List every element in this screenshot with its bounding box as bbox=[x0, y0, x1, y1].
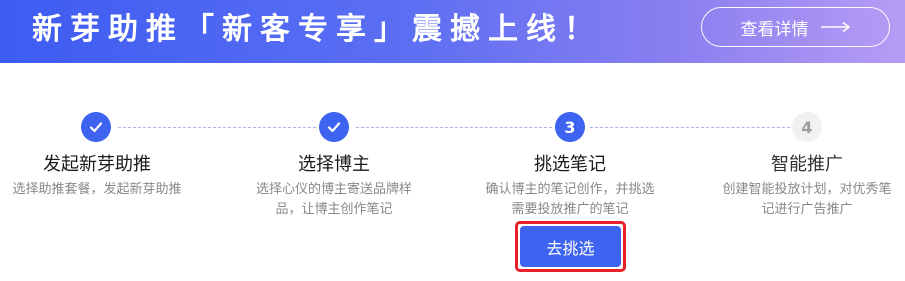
banner-title: 新芽助推「新客专享」震撼上线！ bbox=[32, 12, 602, 47]
step-connector-3-4 bbox=[590, 127, 790, 128]
step-3-desc-line: 需要投放推广的笔记 bbox=[511, 202, 629, 217]
view-details-button[interactable]: 查看详情 bbox=[701, 7, 890, 47]
step-2-desc-line: 选择心仪的博主寄送品牌样 bbox=[255, 182, 412, 197]
step-connector-2-3 bbox=[356, 127, 552, 128]
step-3-number: 3 bbox=[555, 112, 585, 142]
step-1-check-icon bbox=[81, 112, 111, 142]
step-1-title: 发起新芽助推 bbox=[43, 154, 151, 175]
step-connector-1-2 bbox=[118, 127, 316, 128]
step-3-title: 挑选笔记 bbox=[534, 154, 606, 175]
step-3-description: 确认博主的笔记创作，并挑选 需要投放推广的笔记 bbox=[470, 180, 670, 220]
step-4-desc-line: 记进行广告推广 bbox=[761, 202, 853, 217]
step-1-desc-line: 选择助推套餐，发起新芽助推 bbox=[12, 182, 182, 197]
step-2-check-icon bbox=[319, 112, 349, 142]
step-2-desc-line: 品，让博主创作笔记 bbox=[275, 202, 393, 217]
view-details-label: 查看详情 bbox=[740, 19, 809, 40]
arrow-right-icon bbox=[820, 21, 850, 33]
step-4-number: 4 bbox=[792, 112, 822, 142]
pick-notes-button[interactable]: 去挑选 bbox=[520, 226, 621, 267]
step-2-description: 选择心仪的博主寄送品牌样 品，让博主创作笔记 bbox=[234, 180, 434, 220]
step-4-title: 智能推广 bbox=[771, 154, 843, 175]
step-2-title: 选择博主 bbox=[298, 154, 370, 175]
promo-banner: 新芽助推「新客专享」震撼上线！ 查看详情 bbox=[0, 0, 905, 63]
step-1-description: 选择助推套餐，发起新芽助推 bbox=[0, 180, 197, 200]
step-4-desc-line: 创建智能投放计划，对优秀笔 bbox=[722, 182, 892, 197]
check-icon bbox=[89, 122, 103, 133]
step-3-desc-line: 确认博主的笔记创作，并挑选 bbox=[485, 182, 655, 197]
step-4-description: 创建智能投放计划，对优秀笔 记进行广告推广 bbox=[707, 180, 905, 220]
check-icon bbox=[327, 122, 341, 133]
